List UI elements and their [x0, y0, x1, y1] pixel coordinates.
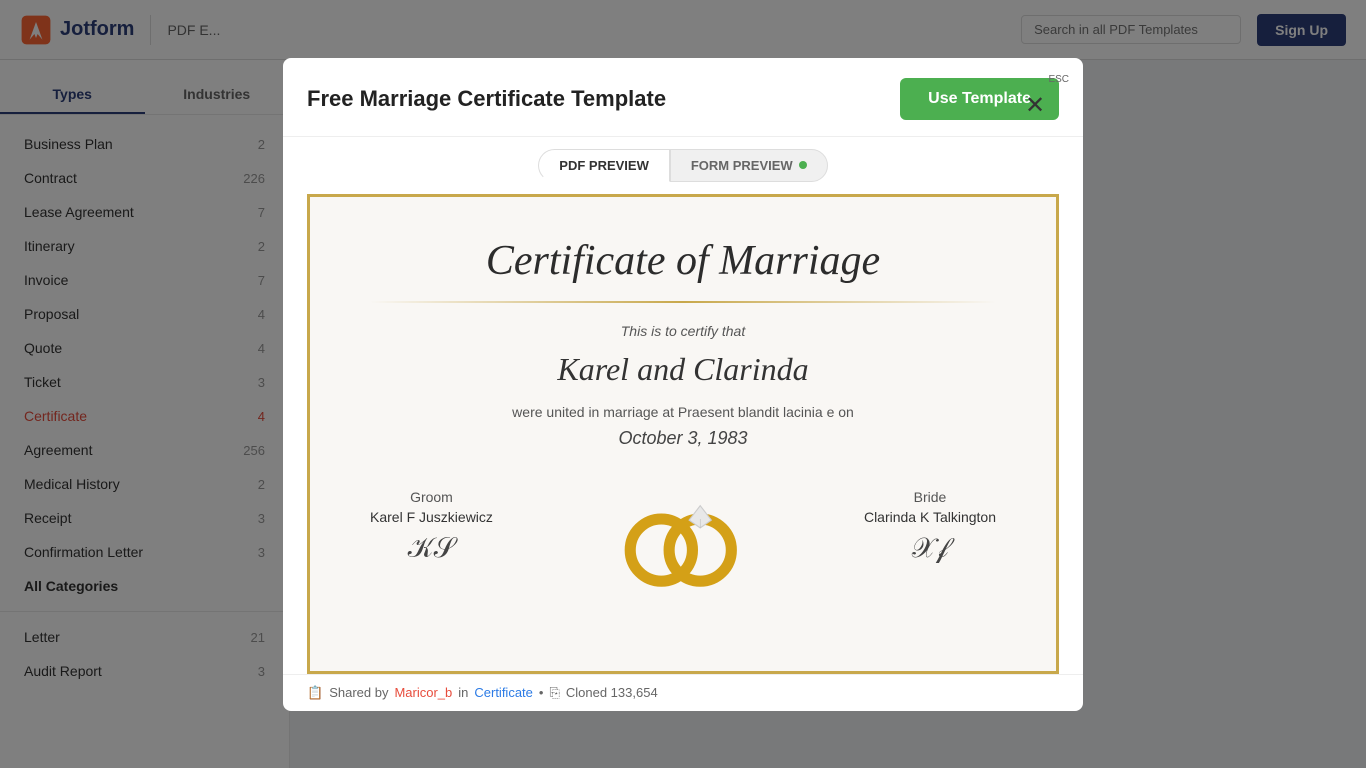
footer-category-link[interactable]: Certificate: [474, 685, 533, 700]
footer-shared-text: Shared by: [329, 685, 388, 700]
certificate-united-text: were united in marriage at Praesent blan…: [512, 404, 854, 420]
close-button[interactable]: ✕: [1017, 88, 1053, 124]
groom-signature: 𝒦𝒮: [370, 533, 493, 565]
certificate-names: Karel and Clarinda: [557, 351, 808, 388]
modal-overlay[interactable]: Free Marriage Certificate Template Use T…: [0, 0, 1366, 768]
footer-clone-icon: ⎘: [549, 685, 559, 701]
bride-name: Clarinda K Talkington: [864, 509, 996, 525]
close-label: ESC: [1048, 74, 1069, 85]
tab-form-preview[interactable]: FORM PREVIEW: [670, 149, 828, 182]
certificate-divider: [370, 301, 996, 303]
modal: Free Marriage Certificate Template Use T…: [283, 58, 1083, 711]
tab-pdf-preview[interactable]: PDF PREVIEW: [538, 149, 670, 182]
bride-signature: 𝒳𝒻: [864, 533, 996, 565]
rings-svg: [598, 489, 758, 589]
tab-form-label: FORM PREVIEW: [691, 158, 793, 173]
modal-title: Free Marriage Certificate Template: [307, 86, 666, 112]
certificate-date: October 3, 1983: [618, 428, 747, 449]
footer-author-link[interactable]: Maricor_b: [394, 685, 452, 700]
form-preview-dot: [799, 161, 807, 169]
bride-role: Bride: [864, 489, 996, 505]
footer-icon: 📋: [307, 685, 323, 701]
footer-in-text: in: [458, 685, 468, 700]
modal-footer: 📋 Shared by Maricor_b in Certificate • ⎘…: [283, 674, 1083, 711]
certificate-title: Certificate of Marriage: [486, 237, 880, 285]
groom-role: Groom: [370, 489, 493, 505]
footer-cloned-text: •: [539, 685, 544, 700]
certificate-container: Certificate of Marriage This is to certi…: [283, 182, 1083, 674]
footer-cloned-count: Cloned 133,654: [566, 685, 658, 700]
certificate-parties: Groom Karel F Juszkiewicz 𝒦𝒮: [370, 489, 996, 589]
groom-party: Groom Karel F Juszkiewicz 𝒦𝒮: [370, 489, 493, 573]
certificate-certify: This is to certify that: [621, 323, 745, 339]
groom-name: Karel F Juszkiewicz: [370, 509, 493, 525]
rings-illustration: [493, 489, 864, 589]
certificate-frame: Certificate of Marriage This is to certi…: [307, 194, 1059, 674]
bride-party: Bride Clarinda K Talkington 𝒳𝒻: [864, 489, 996, 573]
modal-header: Free Marriage Certificate Template Use T…: [283, 58, 1083, 137]
close-button-container: ✕ ESC: [1048, 72, 1069, 85]
preview-tabs: PDF PREVIEW FORM PREVIEW: [283, 137, 1083, 182]
